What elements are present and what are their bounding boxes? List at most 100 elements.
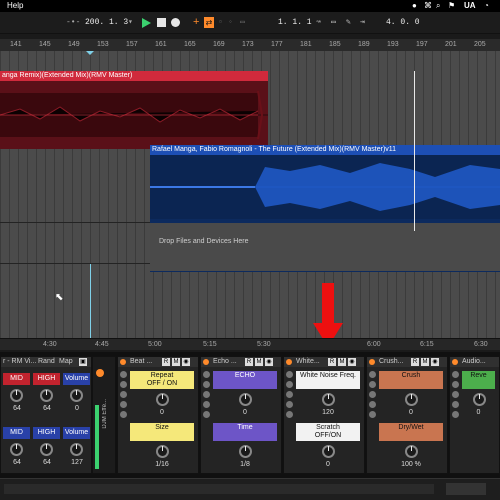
time-ruler[interactable]: 4:30 4:45 5:00 5:15 5:30 6:00 6:15 6:30	[0, 338, 500, 350]
eq-knob[interactable]	[70, 389, 83, 402]
white-device[interactable]: White... R M ◉ White Noise Freq. 120 Scratch O…	[283, 356, 365, 474]
device-side-button[interactable]	[369, 381, 376, 388]
eq-knob[interactable]	[40, 389, 53, 402]
beat-device[interactable]: Beat ... R M ◉ Repeat OFF / ON 0 Size 1/16	[117, 356, 199, 474]
menu-help[interactable]: Help	[7, 1, 23, 10]
eq-device[interactable]: r - RM Vi... Rand Map ▣ MID 64 HIGH 64 Volum…	[0, 356, 92, 474]
map-button[interactable]: Map	[59, 357, 73, 367]
device-side-button[interactable]	[452, 401, 459, 408]
crush-device[interactable]: Crush... R M ◉ Crush 0 Dry/Wet 100 %	[366, 356, 448, 474]
position-display[interactable]: 1. 1. 1	[278, 17, 312, 29]
save-icon[interactable]: ▣	[79, 358, 87, 366]
device-header[interactable]: Echo ... R M ◉	[201, 357, 281, 367]
device-side-button[interactable]	[369, 371, 376, 378]
macro-m-icon[interactable]: M	[172, 358, 180, 366]
drop-zone[interactable]: Drop Files and Devices Here	[150, 223, 500, 271]
device-side-button[interactable]	[369, 391, 376, 398]
eq-knob[interactable]	[10, 443, 23, 456]
macro-knob[interactable]	[472, 393, 486, 406]
loop-length-display[interactable]: 4. 0. 0	[386, 17, 420, 29]
audio-clip-red[interactable]: anga Remix)(Extended Mix)(RMV Master)	[0, 71, 268, 149]
device-side-button[interactable]	[120, 411, 127, 418]
device-side-button[interactable]	[203, 371, 210, 378]
device-side-button[interactable]	[120, 381, 127, 388]
macro-label: White Noise Freq.	[296, 371, 360, 389]
record-button[interactable]	[171, 18, 180, 27]
device-power-icon[interactable]	[286, 359, 292, 365]
device-side-button[interactable]	[203, 381, 210, 388]
track-selector[interactable]	[446, 483, 486, 495]
device-side-button[interactable]	[120, 371, 127, 378]
echo-device[interactable]: Echo ... R M ◉ ECHO 0 Time 1/8	[200, 356, 282, 474]
loop-start-marker[interactable]	[86, 51, 94, 55]
user-initials[interactable]: UA	[464, 1, 476, 10]
device-power-icon[interactable]	[452, 359, 458, 365]
device-side-button[interactable]	[203, 401, 210, 408]
audio-device[interactable]: Audio... Reve 0	[449, 356, 500, 474]
macro-knob[interactable]	[239, 445, 252, 458]
device-side-button[interactable]	[120, 401, 127, 408]
device-power-icon[interactable]	[120, 359, 126, 365]
play-button[interactable]	[142, 18, 151, 28]
device-side-button[interactable]	[286, 381, 293, 388]
device-side-button[interactable]	[369, 401, 376, 408]
device-side-button[interactable]	[369, 411, 376, 418]
device-side-button[interactable]	[120, 391, 127, 398]
device-side-button[interactable]	[286, 391, 293, 398]
beat-ruler[interactable]: 141 145 149 153 157 161 165 169 173 177 181 185 189 1…	[0, 39, 500, 51]
map-r-icon[interactable]: R	[162, 358, 170, 366]
device-side-button[interactable]	[286, 371, 293, 378]
device-side-button[interactable]	[452, 371, 459, 378]
macro-m-icon[interactable]: M	[255, 358, 263, 366]
punch-icon[interactable]: ▫	[218, 17, 223, 29]
macro-m-icon[interactable]: M	[338, 358, 346, 366]
save-icon[interactable]: ◉	[265, 358, 273, 366]
device-side-button[interactable]	[452, 391, 459, 398]
device-header[interactable]: Audio...	[450, 357, 499, 367]
device-title: r - RM Vi...	[3, 358, 37, 365]
macro-knob[interactable]	[156, 393, 169, 406]
add-icon[interactable]: +	[193, 17, 203, 28]
eq-knob[interactable]	[10, 389, 23, 402]
monitor-icon[interactable]: ▭	[331, 17, 336, 29]
device-side-button[interactable]	[286, 401, 293, 408]
keys-icon[interactable]: ⇥	[360, 17, 365, 29]
device-header[interactable]: Crush... R M ◉	[367, 357, 447, 367]
rack-strip[interactable]: DJM Effe...	[92, 356, 116, 474]
device-power-icon[interactable]	[369, 359, 375, 365]
macro-knob[interactable]	[405, 393, 418, 406]
macro-knob[interactable]	[239, 393, 252, 406]
device-header[interactable]: White... R M ◉	[284, 357, 364, 367]
macro-knob[interactable]	[322, 445, 335, 458]
device-side-button[interactable]	[203, 391, 210, 398]
metronome-icon[interactable]: ◦	[228, 17, 233, 29]
macro-knob[interactable]	[405, 445, 418, 458]
loop-button[interactable]: ⇄	[204, 17, 214, 28]
save-icon[interactable]: ◉	[348, 358, 356, 366]
save-icon[interactable]: ◉	[431, 358, 439, 366]
map-r-icon[interactable]: R	[245, 358, 253, 366]
rand-button[interactable]: Rand	[38, 357, 55, 367]
follow-icon[interactable]: ↝	[316, 17, 321, 29]
map-r-icon[interactable]: R	[328, 358, 336, 366]
save-icon[interactable]: ◉	[182, 358, 190, 366]
macro-knob[interactable]	[156, 445, 169, 458]
rack-power-icon[interactable]	[96, 369, 104, 377]
arrangement-view[interactable]: anga Remix)(Extended Mix)(RMV Master) Ra…	[0, 51, 500, 339]
device-header[interactable]: Beat ... R M ◉	[118, 357, 198, 367]
eq-knob[interactable]	[40, 443, 53, 456]
device-side-button[interactable]	[203, 411, 210, 418]
device-power-icon[interactable]	[203, 359, 209, 365]
device-side-button[interactable]	[452, 381, 459, 388]
macro-knob[interactable]	[322, 393, 335, 406]
draw-icon[interactable]: ✎	[346, 17, 351, 29]
map-r-icon[interactable]: R	[411, 358, 419, 366]
nudge-icon[interactable]: -•-	[66, 17, 80, 29]
device-side-button[interactable]	[286, 411, 293, 418]
tap-icon[interactable]: ▾	[128, 17, 133, 29]
stop-button[interactable]	[157, 18, 166, 27]
tempo-display[interactable]: 200. 1. 3	[85, 17, 128, 29]
eq-knob[interactable]	[70, 443, 83, 456]
automation-icon[interactable]: ▭	[240, 17, 245, 29]
macro-m-icon[interactable]: M	[421, 358, 429, 366]
